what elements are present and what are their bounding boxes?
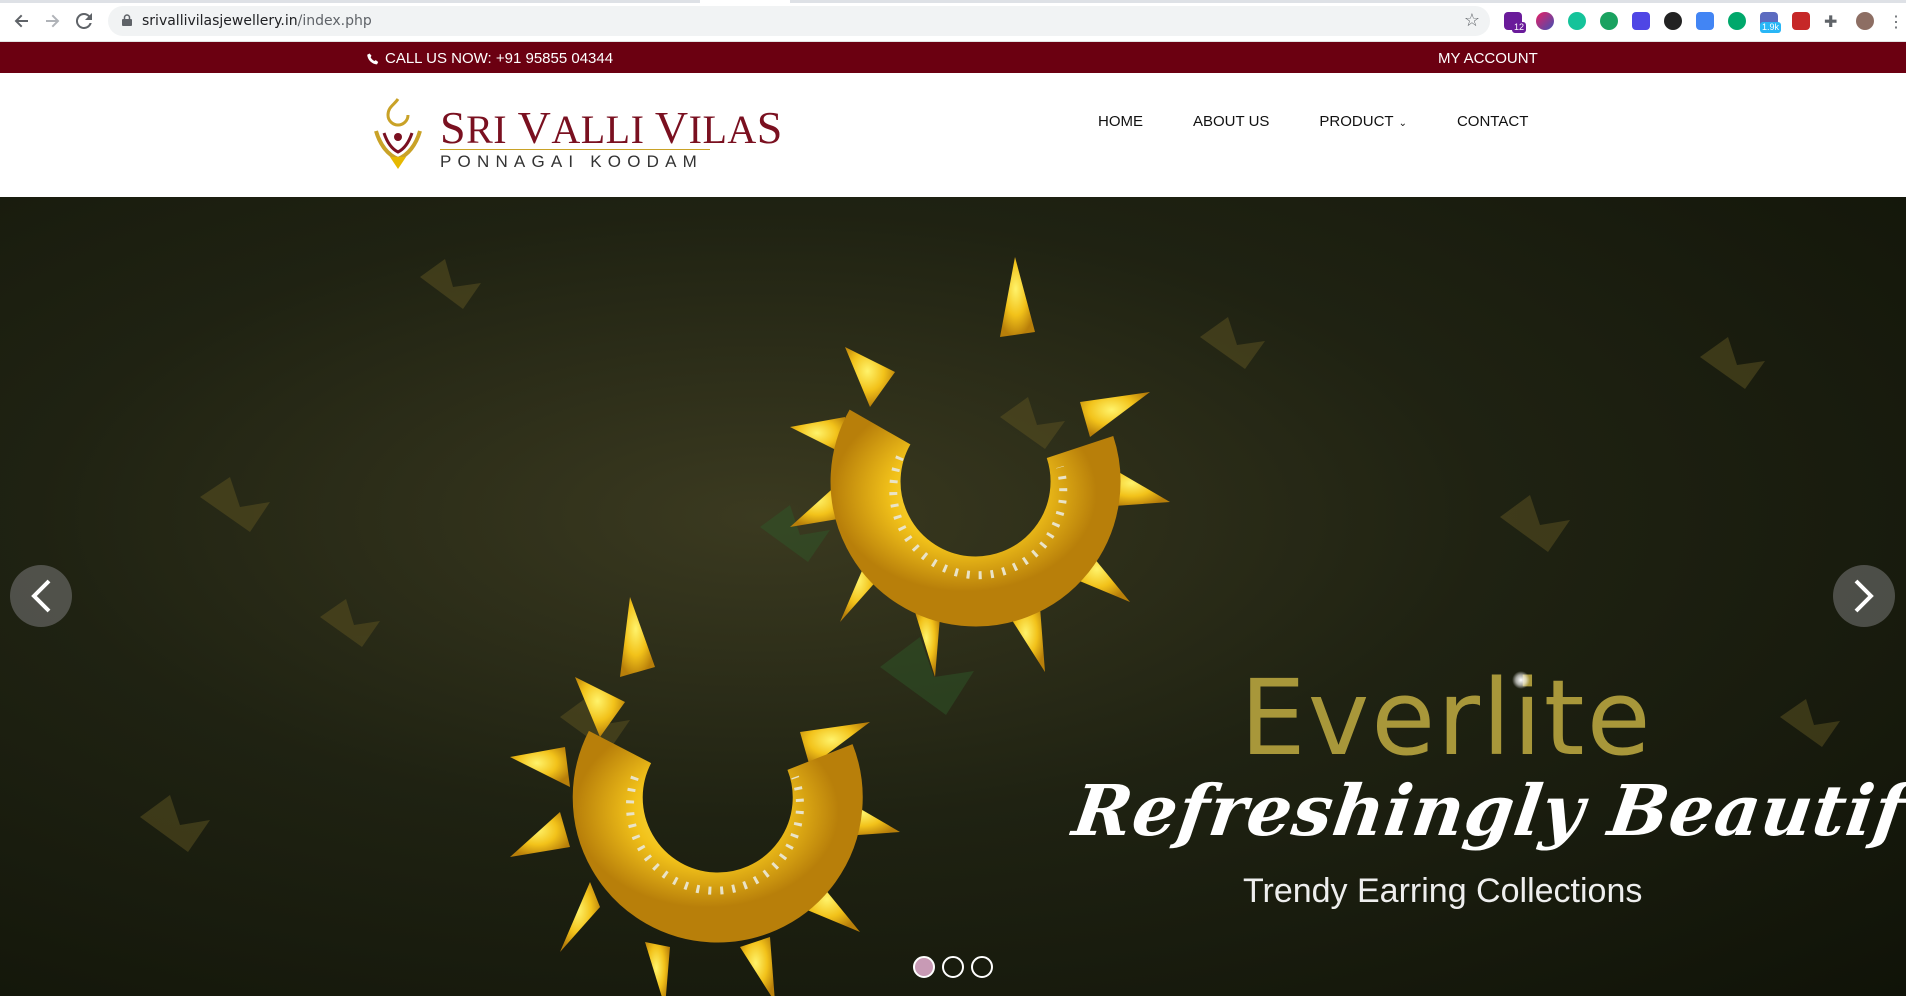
brand-name: SRI VALLI VILAS — [440, 102, 783, 153]
main-nav: HOME ABOUT US PRODUCT ⌄ CONTACT — [1098, 113, 1528, 130]
site-logo[interactable]: SRI VALLI VILAS PONNAGAI KOODAM — [370, 97, 782, 173]
chevron-down-icon: ⌄ — [1398, 118, 1407, 129]
extension-icon-2[interactable] — [1536, 12, 1554, 30]
chevron-right-icon — [1854, 579, 1874, 613]
forward-icon[interactable] — [42, 11, 62, 31]
back-icon[interactable] — [12, 11, 32, 31]
reload-icon[interactable] — [74, 11, 94, 31]
slider-pagination — [913, 956, 993, 978]
earring-lower — [510, 597, 900, 996]
nav-home[interactable]: HOME — [1098, 113, 1143, 130]
top-contact-bar: CALL US NOW: +91 95855 04344 MY ACCOUNT — [0, 42, 1906, 73]
earring-upper — [790, 257, 1170, 677]
grammarly-icon[interactable] — [1568, 12, 1586, 30]
nav-product-label: PRODUCT — [1319, 113, 1394, 130]
extension-icon-8[interactable] — [1728, 12, 1746, 30]
translate-icon[interactable] — [1696, 12, 1714, 30]
nav-contact[interactable]: CONTACT — [1457, 113, 1528, 130]
logo-divider — [440, 149, 710, 150]
browser-menu-icon[interactable]: ⋮ — [1888, 12, 1904, 31]
brand-tagline: PONNAGAI KOODAM — [440, 152, 704, 171]
nav-product[interactable]: PRODUCT ⌄ — [1319, 113, 1407, 130]
extension-icon-4[interactable] — [1600, 12, 1618, 30]
my-account-link[interactable]: MY ACCOUNT — [1438, 50, 1538, 67]
slider-dot-3[interactable] — [971, 956, 993, 978]
bookmark-star-icon[interactable]: ☆ — [1464, 10, 1480, 31]
profile-avatar[interactable] — [1856, 12, 1874, 30]
extensions-puzzle-icon[interactable]: ✚ — [1824, 12, 1842, 31]
hero-slider: Everlite Refreshingly Beautiful Trendy E… — [0, 197, 1906, 996]
chevron-left-icon — [31, 579, 51, 613]
extension-icon-6[interactable] — [1664, 12, 1682, 30]
slider-dot-1[interactable] — [913, 956, 935, 978]
extension-badge: 1.9k — [1760, 22, 1782, 33]
url-text: srivallivilasjewellery.in/index.php — [142, 13, 372, 29]
browser-toolbar: srivallivilasjewellery.in/index.php ☆ 12… — [0, 0, 1906, 42]
extension-badge: 12 — [1512, 22, 1527, 33]
call-us-text: CALL US NOW: +91 95855 04344 — [385, 50, 614, 67]
hero-brand-title: Everlite — [1240, 657, 1653, 779]
phone-icon — [367, 53, 379, 64]
slider-next-button[interactable] — [1833, 565, 1895, 627]
slider-prev-button[interactable] — [10, 565, 72, 627]
pdf-icon[interactable] — [1792, 12, 1810, 30]
extension-icon-5[interactable] — [1632, 12, 1650, 30]
sparkle-icon — [1512, 671, 1530, 689]
hero-subtitle: Trendy Earring Collections — [1243, 872, 1643, 910]
slider-dot-2[interactable] — [942, 956, 964, 978]
logo-emblem-icon — [374, 98, 422, 169]
address-bar[interactable]: srivallivilasjewellery.in/index.php ☆ — [108, 6, 1490, 36]
nav-about-us[interactable]: ABOUT US — [1193, 113, 1269, 130]
lock-icon — [122, 14, 132, 26]
hero-slogan: Refreshingly Beautiful — [1068, 769, 1906, 852]
call-us[interactable]: CALL US NOW: +91 95855 04344 — [367, 50, 613, 67]
site-header: SRI VALLI VILAS PONNAGAI KOODAM HOME ABO… — [0, 73, 1906, 197]
